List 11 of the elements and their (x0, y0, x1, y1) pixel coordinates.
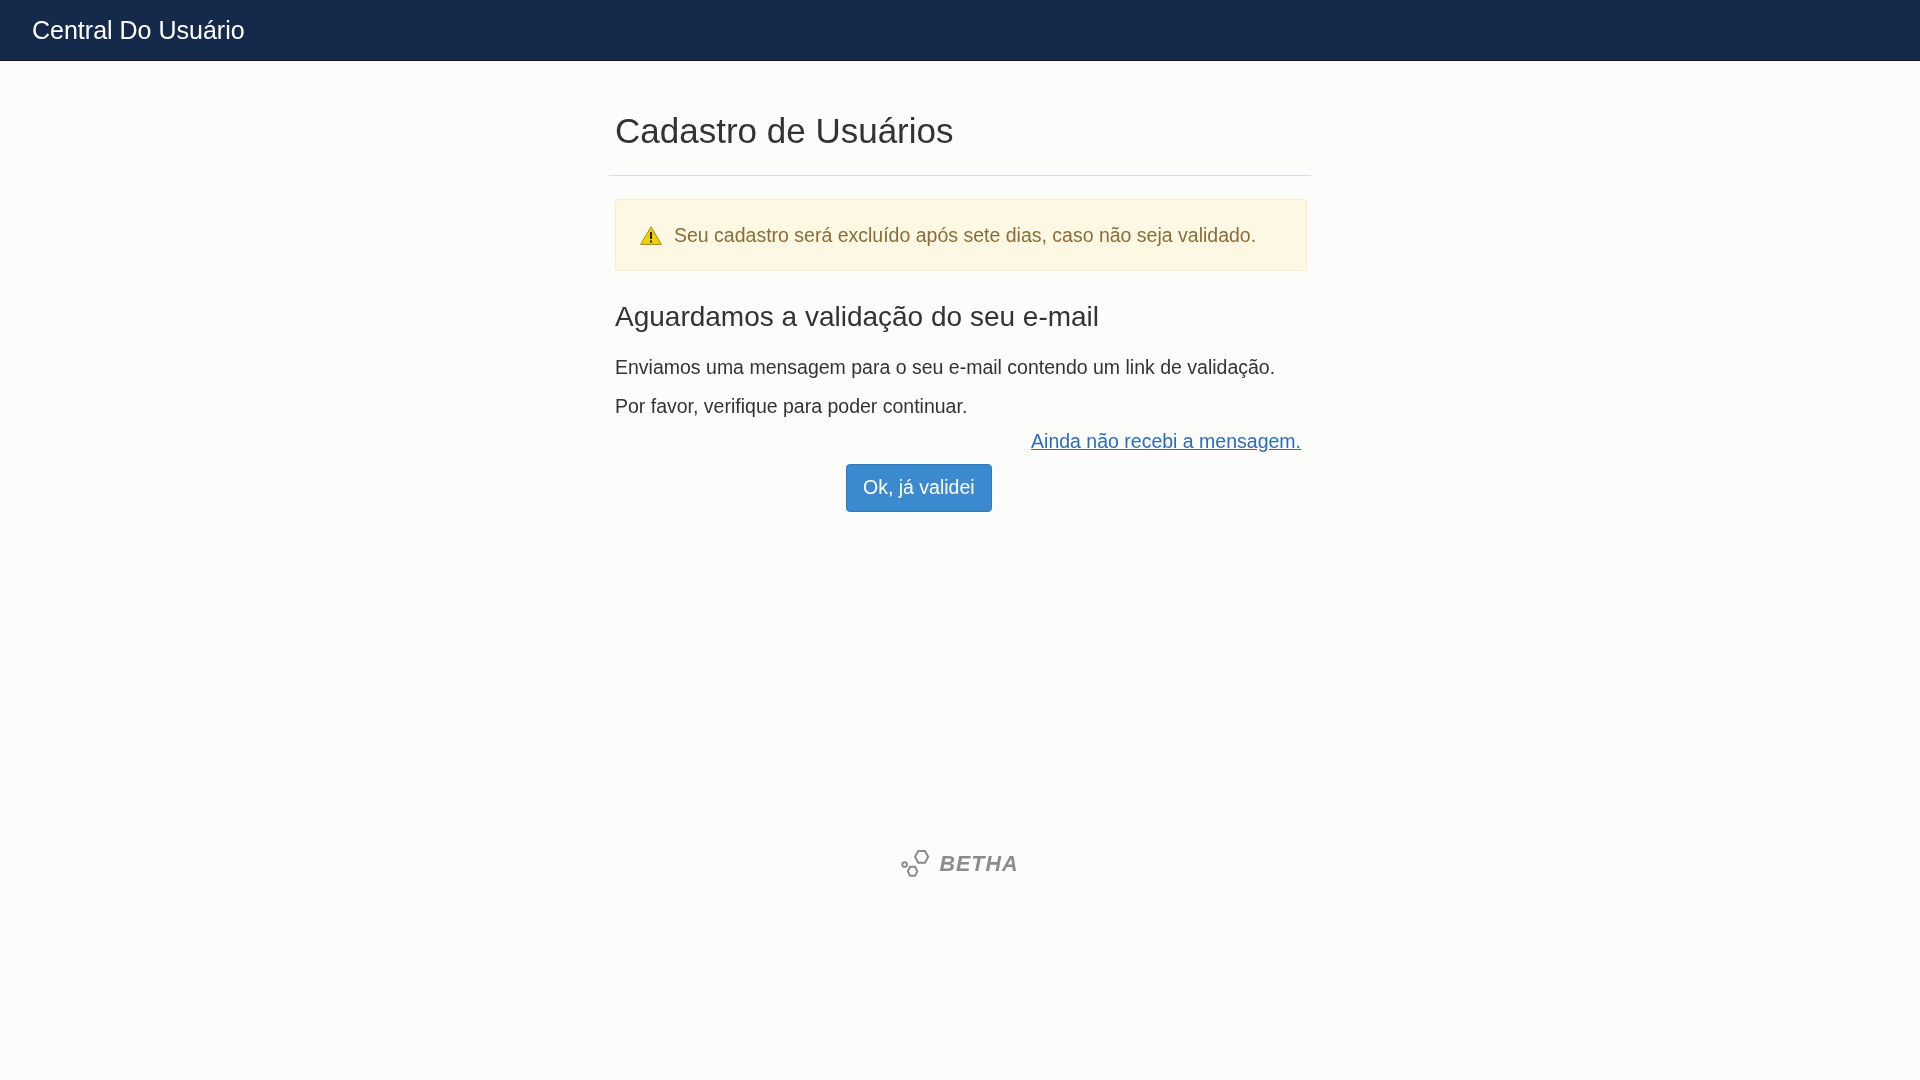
body-text: Enviamos uma mensagem para o seu e-mail contendo um link de validação. (615, 355, 1276, 380)
section-heading: Aguardamos a validação do seu e-mail (615, 301, 1100, 332)
confirm-button[interactable]: Ok, já validei (846, 464, 992, 512)
app-title: Central Do Usuário (32, 17, 245, 43)
logo-icon (901, 849, 931, 880)
body-text: Por favor, verifique para poder continuar. (615, 394, 968, 419)
warning-icon (640, 225, 662, 245)
resend-link[interactable]: Ainda não recebi a mensagem. (1031, 428, 1301, 454)
alert-message: Seu cadastro será excluído após sete dias, caso não seja validado. (674, 223, 1257, 247)
logo-wordmark: BETHA (939, 853, 1019, 876)
page-title: Cadastro de Usuários (615, 111, 954, 151)
